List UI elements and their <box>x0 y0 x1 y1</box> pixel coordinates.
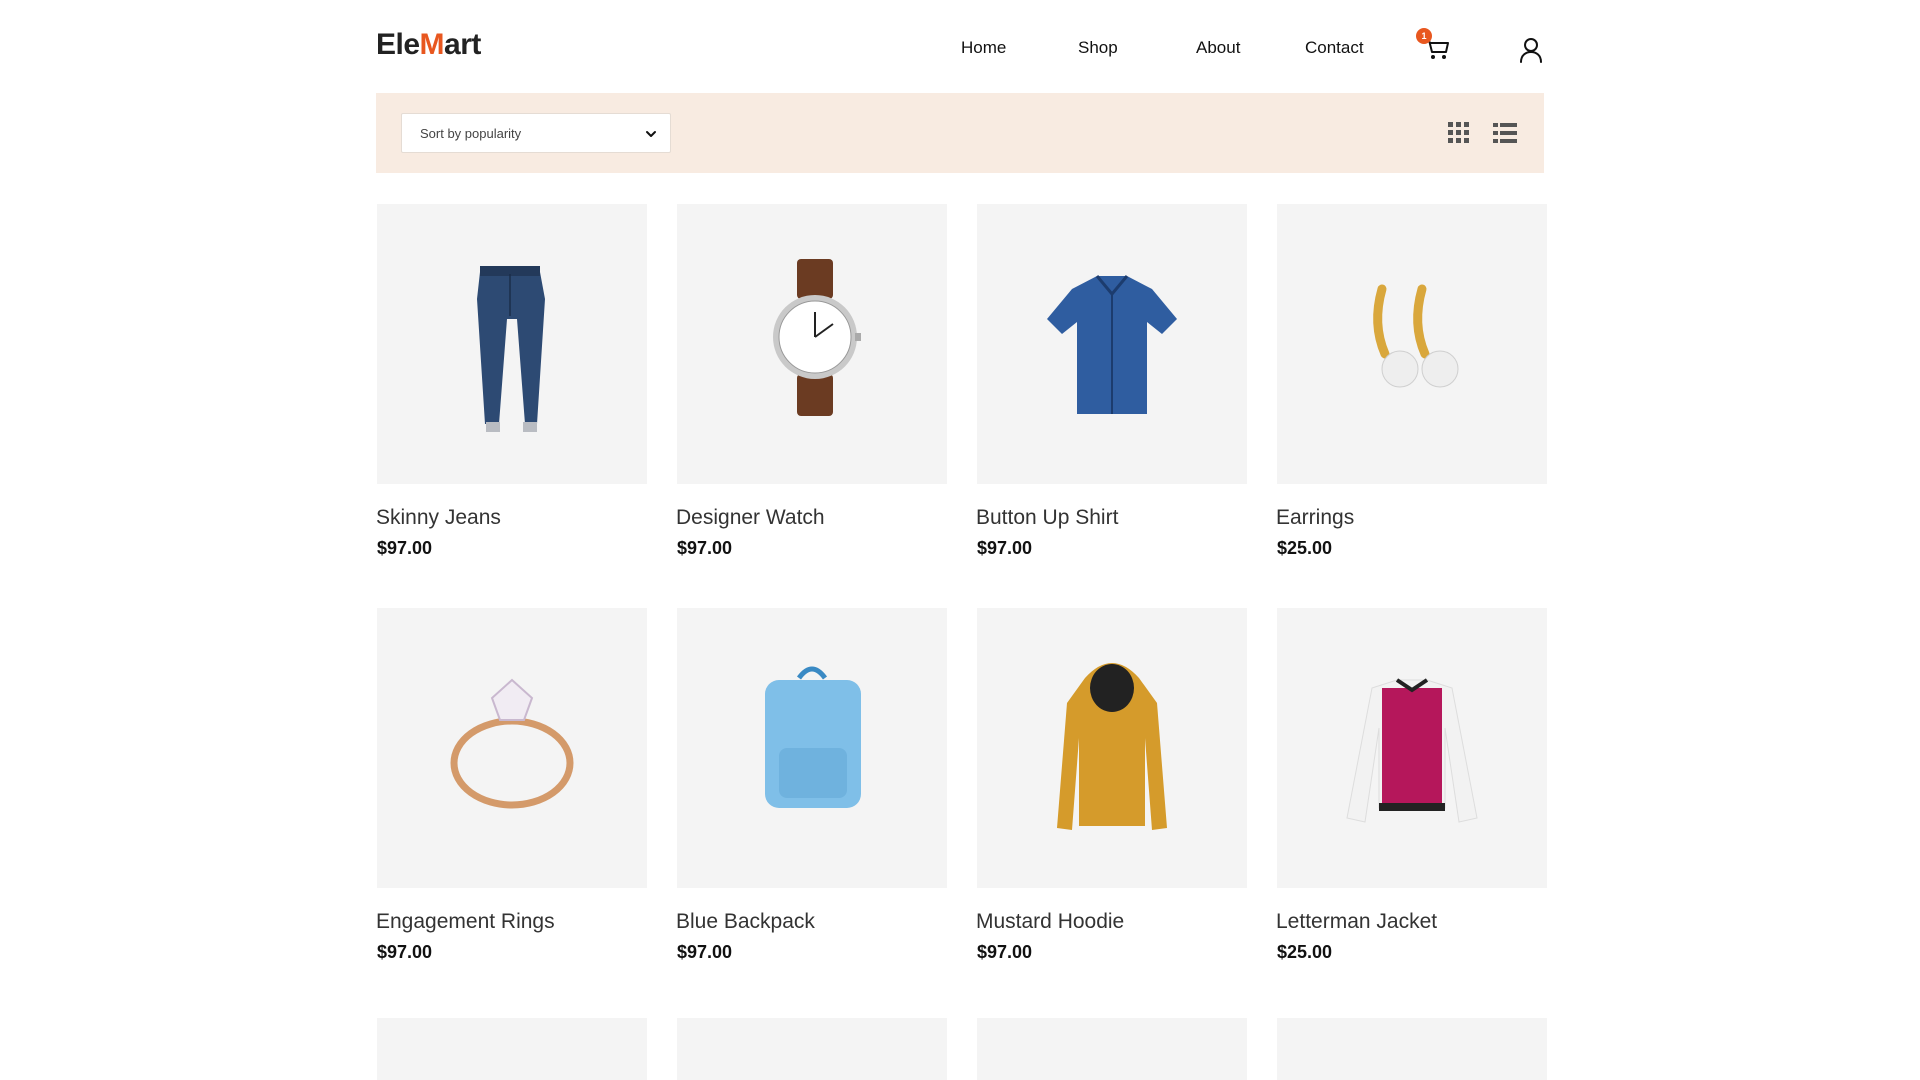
product-name[interactable]: Blue Backpack <box>676 910 815 934</box>
cart-count-badge: 1 <box>1416 28 1432 44</box>
shirt-icon <box>1047 275 1177 414</box>
shop-toolbar: Sort by popularity <box>376 93 1544 173</box>
product-name[interactable]: Mustard Hoodie <box>976 910 1124 934</box>
nav-home[interactable]: Home <box>961 38 1006 58</box>
cart-button[interactable]: 1 <box>1416 28 1452 64</box>
jacket-icon <box>1346 678 1478 823</box>
chevron-down-icon <box>646 131 656 137</box>
product-name[interactable]: Earrings <box>1276 506 1354 530</box>
ring-icon <box>450 678 574 809</box>
product-price: $97.00 <box>977 538 1033 558</box>
product-price: $97.00 <box>677 942 733 962</box>
logo-suffix: art <box>444 28 481 61</box>
product-name[interactable]: Designer Watch <box>676 506 825 530</box>
hoodie-icon <box>1057 663 1167 830</box>
product-image[interactable] <box>977 204 1247 484</box>
earrings-icon <box>1373 284 1459 388</box>
nav-about[interactable]: About <box>1196 38 1240 58</box>
account-button[interactable] <box>1518 36 1544 64</box>
product-image[interactable] <box>1277 204 1547 484</box>
watch-icon <box>773 259 861 416</box>
user-icon <box>1520 38 1542 63</box>
product-name[interactable]: Letterman Jacket <box>1276 910 1437 934</box>
product-image[interactable] <box>677 204 947 484</box>
brand-logo[interactable]: EleMart <box>376 28 481 62</box>
product-name[interactable]: Button Up Shirt <box>976 506 1118 530</box>
product-price: $97.00 <box>677 538 733 558</box>
product-price: $97.00 <box>977 942 1033 962</box>
product-price: $25.00 <box>1277 538 1333 558</box>
product-card-partial[interactable] <box>977 1018 1247 1080</box>
sort-select[interactable]: Sort by popularity <box>401 113 671 153</box>
site-header: EleMart Home Shop About Contact 1 <box>376 26 1544 70</box>
grid-view-icon[interactable] <box>1448 122 1470 144</box>
product-price: $25.00 <box>1277 942 1333 962</box>
logo-m: M <box>419 28 445 61</box>
list-view-icon[interactable] <box>1493 122 1517 144</box>
product-image[interactable] <box>377 204 647 484</box>
product-card-partial[interactable] <box>377 1018 647 1080</box>
product-card-partial[interactable] <box>677 1018 947 1080</box>
nav-contact[interactable]: Contact <box>1305 38 1364 58</box>
product-price: $97.00 <box>377 942 433 962</box>
product-card-partial[interactable] <box>1277 1018 1547 1080</box>
logo-prefix: Ele <box>376 28 420 61</box>
product-image[interactable] <box>377 608 647 888</box>
backpack-icon <box>765 666 861 808</box>
product-image[interactable] <box>677 608 947 888</box>
nav-shop[interactable]: Shop <box>1078 38 1118 58</box>
product-image[interactable] <box>1277 608 1547 888</box>
sort-select-value: Sort by popularity <box>420 126 522 141</box>
product-name[interactable]: Skinny Jeans <box>376 506 501 530</box>
product-image[interactable] <box>977 608 1247 888</box>
product-name[interactable]: Engagement Rings <box>376 910 555 934</box>
jeans-icon <box>477 266 545 432</box>
product-price: $97.00 <box>377 538 433 558</box>
